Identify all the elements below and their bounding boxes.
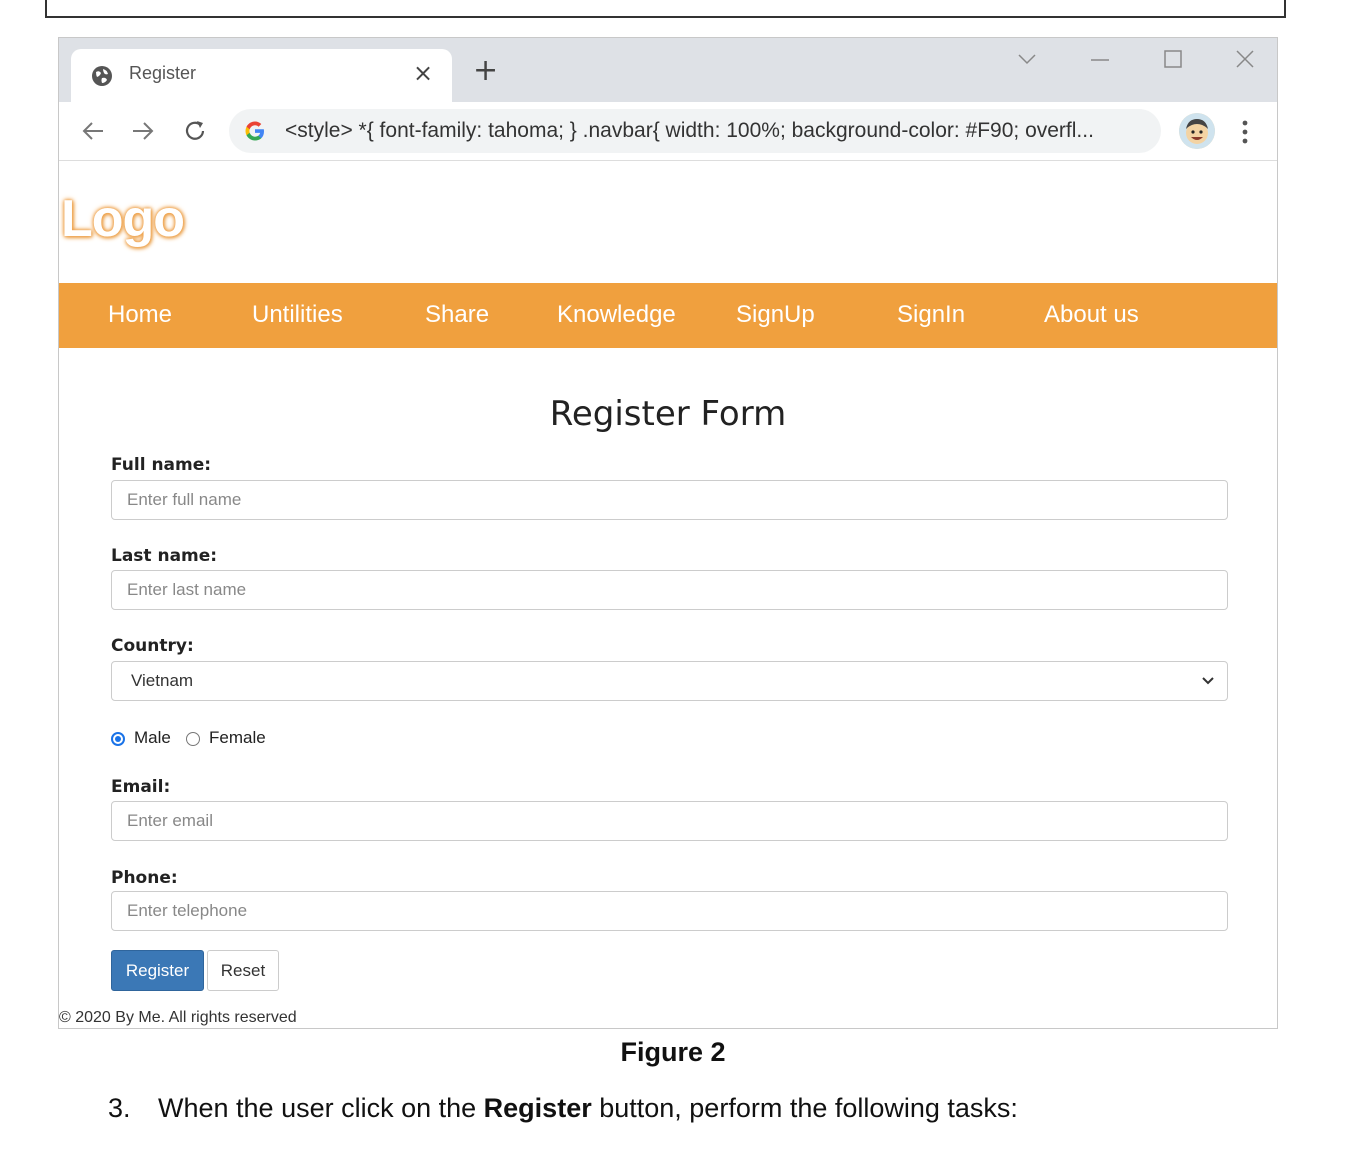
phone-input[interactable] (111, 891, 1228, 931)
more-options-icon[interactable] (1241, 120, 1249, 144)
nav-signup[interactable]: SignUp (736, 301, 815, 329)
maximize-icon[interactable] (1164, 50, 1182, 68)
email-input[interactable] (111, 801, 1228, 841)
country-select[interactable]: Vietnam (111, 661, 1228, 701)
tab-register[interactable]: Register × (71, 49, 452, 102)
tab-title: Register (129, 63, 197, 83)
task-number: 3. (108, 1093, 131, 1123)
site-logo[interactable]: Logo (61, 189, 185, 249)
country-label: Country: (111, 636, 194, 656)
navbar: Home Untilities Share Knowledge SignUp S… (59, 283, 1277, 348)
task-text-after: button, perform the following tasks: (591, 1093, 1018, 1123)
nav-about-us[interactable]: About us (1044, 301, 1139, 329)
minimize-icon[interactable] (1091, 58, 1109, 62)
nav-utilities[interactable]: Untilities (252, 301, 343, 329)
web-page: Logo Home Untilities Share Knowledge Sig… (59, 161, 1277, 1028)
page-footer: © 2020 By Me. All rights reserved (59, 1009, 297, 1026)
gender-female-label: Female (209, 728, 266, 747)
browser-window: Register × + <style> *{ font-family: tah… (58, 37, 1278, 1029)
figure-caption: Figure 2 (620, 1037, 726, 1067)
gender-male-label: Male (134, 728, 171, 747)
reset-button[interactable]: Reset (207, 950, 279, 991)
close-icon[interactable]: × (413, 59, 433, 87)
form-title: Register Form (549, 394, 787, 434)
task-text-bold: Register (483, 1093, 592, 1123)
forward-arrow-icon[interactable] (131, 119, 155, 143)
phone-label: Phone: (111, 868, 178, 888)
avatar-face-icon (1179, 113, 1215, 149)
register-button[interactable]: Register (111, 950, 204, 991)
last-name-label: Last name: (111, 546, 218, 566)
top-frame-border (45, 0, 1286, 18)
google-icon (245, 121, 264, 141)
browser-toolbar: <style> *{ font-family: tahoma; } .navba… (59, 102, 1277, 161)
url-text: <style> *{ font-family: tahoma; } .navba… (285, 119, 1094, 142)
window-close-icon[interactable] (1236, 50, 1254, 68)
nav-share[interactable]: Share (425, 301, 489, 329)
nav-signin[interactable]: SignIn (897, 301, 965, 329)
task-text-before: When the user click on the (158, 1093, 484, 1123)
nav-knowledge[interactable]: Knowledge (557, 301, 676, 329)
gender-female-radio[interactable] (186, 732, 200, 746)
full-name-input[interactable] (111, 480, 1228, 520)
tab-bar: Register × + (59, 38, 1277, 102)
chevron-down-icon[interactable] (1017, 52, 1037, 66)
new-tab-icon[interactable]: + (473, 56, 498, 86)
country-value: Vietnam (131, 671, 194, 690)
back-arrow-icon[interactable] (81, 119, 105, 143)
full-name-label: Full name: (111, 455, 212, 475)
email-label: Email: (111, 777, 171, 797)
nav-home[interactable]: Home (108, 301, 172, 329)
address-bar[interactable]: <style> *{ font-family: tahoma; } .navba… (229, 109, 1161, 153)
globe-icon (92, 66, 112, 86)
gender-male-radio[interactable] (111, 732, 125, 746)
last-name-input[interactable] (111, 570, 1228, 610)
chevron-down-icon (1202, 677, 1214, 685)
task-item: 3. When the user click on the Register bu… (108, 1093, 1018, 1124)
profile-avatar[interactable] (1179, 113, 1215, 149)
reload-icon[interactable] (183, 119, 207, 143)
